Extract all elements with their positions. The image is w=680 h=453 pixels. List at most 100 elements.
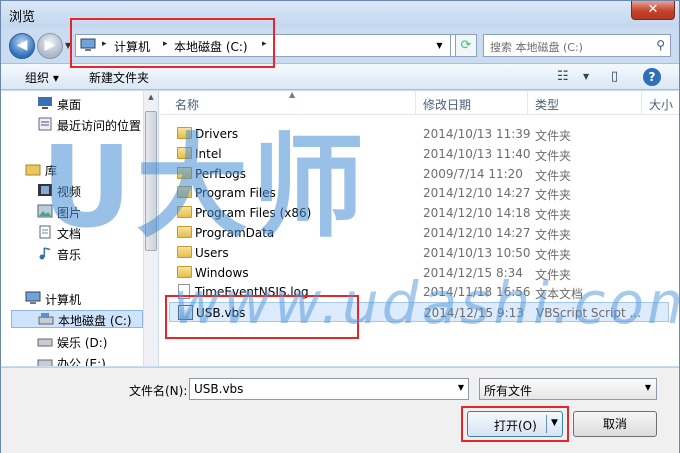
drive-icon [38, 313, 54, 325]
file-modified-date: 2014/12/15 8:34 [423, 265, 523, 280]
new-folder-button[interactable]: 新建文件夹 [89, 69, 149, 86]
file-row[interactable]: ProgramData 2014/12/10 14:27 文件夹 [169, 223, 669, 243]
file-row[interactable]: Program Files (x86) 2014/12/10 14:18 文件夹 [169, 203, 669, 223]
document-icon [39, 225, 51, 239]
sidebar-item-label: 本地磁盘 (C:) [58, 314, 132, 328]
file-type: 文件夹 [535, 148, 572, 163]
view-options-icon[interactable]: ☷ [557, 69, 569, 84]
file-modified-date: 2014/10/13 10:50 [423, 245, 531, 260]
search-input[interactable]: 搜索 本地磁盘 (C:) ⚲ [483, 34, 671, 57]
sidebar-item-local-disk-c[interactable]: 本地磁盘 (C:) [11, 310, 143, 328]
file-modified-date: 2014/11/18 16:56 [423, 285, 531, 300]
close-button[interactable]: ✕ [631, 1, 675, 20]
sidebar-item-label: 最近访问的位置 [57, 119, 142, 133]
annotation-highlight-file [165, 295, 359, 339]
sidebar-item-label: 办公 (E:) [57, 357, 106, 366]
preview-pane-icon[interactable]: ▯ [611, 69, 618, 84]
file-row[interactable]: PerfLogs 2009/7/14 11:20 文件夹 [169, 164, 669, 184]
file-modified-date: 2014/12/10 14:27 [423, 226, 531, 240]
view-dropdown-icon[interactable]: ▼ [583, 72, 589, 81]
file-type: 文件夹 [535, 247, 572, 262]
file-type: 文件夹 [535, 267, 572, 282]
desktop-icon [38, 97, 52, 109]
back-button[interactable]: ◀ [9, 33, 35, 59]
column-divider[interactable] [641, 91, 642, 115]
refresh-button[interactable]: ⟳ [455, 34, 477, 57]
file-row[interactable]: Drivers 2014/10/13 11:39 文件夹 [169, 124, 669, 144]
filename-input[interactable]: USB.vbs ▼ [189, 378, 469, 400]
folder-icon [177, 265, 192, 278]
search-icon: ⚲ [656, 38, 665, 52]
picture-icon [37, 204, 53, 218]
file-modified-date: 2014/12/10 14:18 [423, 206, 531, 221]
column-divider[interactable] [527, 91, 528, 115]
file-type: 文件夹 [535, 188, 572, 203]
folder-icon [177, 146, 192, 159]
file-name: ProgramData [195, 226, 275, 240]
filename-value: USB.vbs [194, 382, 244, 396]
music-icon [39, 247, 51, 260]
sidebar-item-label: 娱乐 (D:) [57, 336, 108, 350]
file-type: 文本文档 [535, 287, 584, 302]
sidebar-item-label: 桌面 [57, 98, 82, 112]
navigation-scrollbar[interactable]: ▲ [143, 91, 158, 366]
filename-label: 文件名(N): [129, 384, 188, 398]
folder-icon [177, 186, 192, 199]
file-name: Windows [195, 265, 249, 280]
sidebar-item-label: 库 [45, 164, 58, 178]
column-header: ▲ 名称 修改日期 类型 大小 [159, 91, 679, 115]
file-type: 文件夹 [535, 129, 572, 143]
scroll-thumb[interactable] [145, 111, 157, 251]
file-type-value: 所有文件 [484, 384, 533, 398]
drive-icon [37, 338, 53, 347]
computer-icon [25, 291, 41, 304]
file-name: PerfLogs [195, 166, 247, 181]
file-name: Program Files [195, 186, 276, 201]
file-type: VBScript Script ... [536, 306, 641, 321]
cancel-button[interactable]: 取消 [573, 411, 657, 437]
folder-icon [177, 166, 192, 179]
column-divider[interactable] [415, 91, 416, 115]
navigation-pane: 桌面 最近访问的位置 库 视频 图片 文档 音乐 计算机 本地磁盘 (C:) 娱… [1, 91, 143, 366]
file-modified-date: 2014/12/15 9:13 [424, 306, 524, 321]
folder-icon [177, 226, 192, 238]
file-modified-date: 2014/12/10 14:27 [423, 186, 531, 201]
help-icon[interactable]: ? [643, 68, 661, 86]
file-row[interactable]: Windows 2014/12/15 8:34 文件夹 [169, 263, 669, 283]
file-modified-date: 2009/7/14 11:20 [423, 166, 523, 181]
sidebar-item-label: 文档 [57, 227, 82, 241]
refresh-icon: ⟳ [460, 38, 472, 53]
file-name: Program Files (x86) [195, 206, 312, 221]
folder-icon [177, 245, 192, 258]
column-size[interactable]: 大小 [649, 96, 673, 113]
file-type: 文件夹 [535, 228, 572, 242]
column-name[interactable]: 名称 [175, 96, 199, 113]
file-type-select[interactable]: 所有文件 ▼ [479, 378, 657, 400]
address-dropdown[interactable]: ▼ [429, 34, 451, 57]
dialog-footer: 文件名(N): USB.vbs ▼ 所有文件 ▼ 打开(O) ▼ 取消 [1, 367, 679, 453]
sidebar-item-label: 音乐 [57, 248, 82, 262]
scroll-up-icon[interactable]: ▲ [144, 93, 158, 101]
open-file-dialog: 浏览 ✕ ◀ ▶ ▼ ▸ 计算机 ▸ 本地磁盘 (C:) ▸ ▼ ⟳ 搜索 本地… [0, 0, 680, 453]
search-placeholder: 搜索 本地磁盘 (C:) [490, 41, 583, 54]
file-name: Users [195, 245, 229, 260]
annotation-highlight-open [461, 406, 569, 442]
file-row[interactable]: Intel 2014/10/13 11:40 文件夹 [169, 144, 669, 164]
sort-ascending-icon: ▲ [289, 91, 296, 99]
column-type[interactable]: 类型 [535, 96, 559, 113]
forward-button[interactable]: ▶ [37, 33, 63, 59]
annotation-highlight-address [70, 18, 275, 68]
chevron-down-icon[interactable]: ▼ [458, 383, 464, 392]
file-row[interactable]: Users 2014/10/13 10:50 文件夹 [169, 243, 669, 263]
chevron-down-icon: ▼ [644, 383, 651, 392]
sidebar-item-label: 计算机 [45, 293, 82, 307]
column-date[interactable]: 修改日期 [423, 96, 471, 113]
video-icon [38, 184, 52, 196]
library-icon [25, 164, 41, 176]
folder-icon [177, 206, 192, 219]
file-type: 文件夹 [535, 168, 572, 183]
folder-icon [177, 127, 192, 139]
file-row[interactable]: Program Files 2014/12/10 14:27 文件夹 [169, 183, 669, 203]
organize-menu[interactable]: 组织 ▾ [25, 69, 59, 86]
file-modified-date: 2014/10/13 11:39 [423, 127, 531, 141]
